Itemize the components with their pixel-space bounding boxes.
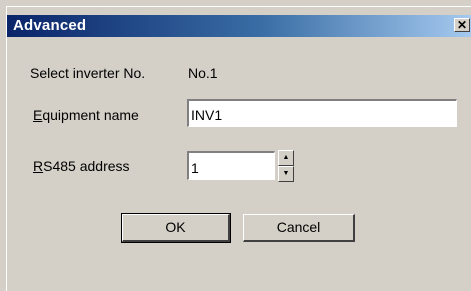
rs485-spinner: ▲ ▼	[278, 150, 294, 182]
close-button[interactable]: ✕	[454, 18, 470, 32]
triangle-up-icon: ▲	[282, 154, 290, 161]
close-icon: ✕	[456, 18, 468, 32]
title-bar[interactable]: Advanced ✕	[7, 15, 471, 37]
inverter-number-value: No.1	[188, 65, 218, 81]
equipment-name-label: Equipment name	[33, 107, 139, 123]
cancel-button[interactable]: Cancel	[243, 214, 355, 242]
rs485-address-label: RS485 address	[33, 158, 130, 174]
select-inverter-label: Select inverter No.	[30, 65, 146, 81]
window-title: Advanced	[13, 17, 87, 34]
rs485-address-input[interactable]	[187, 151, 275, 180]
advanced-dialog: Advanced ✕ Select inverter No. No.1 Equi…	[6, 6, 471, 291]
equipment-name-input[interactable]	[187, 99, 457, 127]
spin-up-button[interactable]: ▲	[278, 150, 294, 166]
spin-down-button[interactable]: ▼	[278, 166, 294, 182]
ok-button[interactable]: OK	[121, 213, 231, 243]
triangle-down-icon: ▼	[282, 170, 290, 177]
